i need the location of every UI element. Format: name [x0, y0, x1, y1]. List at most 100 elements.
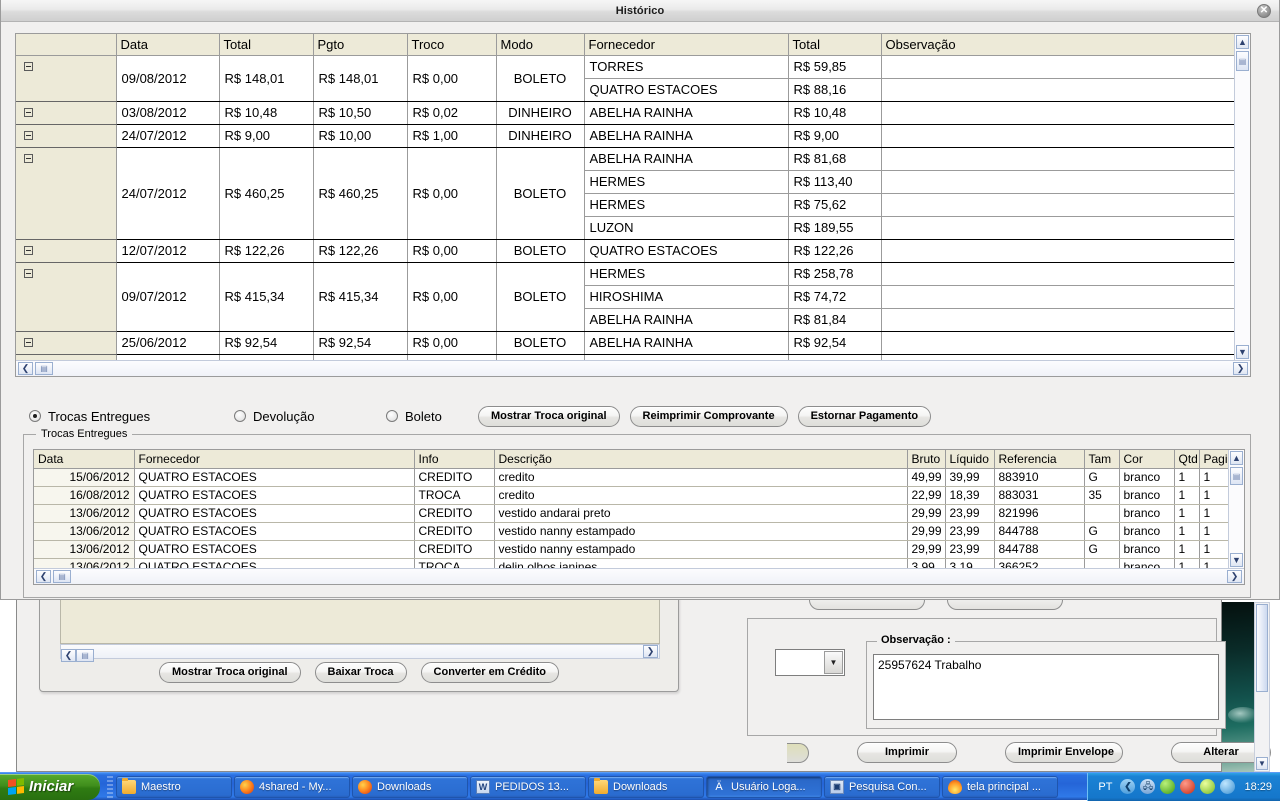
- trocas-vscroll-thumb[interactable]: ▤: [1230, 467, 1243, 485]
- taskbar-item-4shared-my[interactable]: 4shared - My...: [234, 776, 350, 798]
- col-header-modo[interactable]: Modo: [496, 34, 584, 55]
- historico-vscroll-thumb[interactable]: ▤: [1236, 51, 1249, 71]
- table-row[interactable]: 12/07/2012R$ 122,26R$ 122,26R$ 0,00BOLET…: [16, 239, 1234, 262]
- converter-em-credito-button[interactable]: Converter em Crédito: [421, 662, 559, 683]
- radio-trocas-entregues[interactable]: Trocas Entregues: [29, 409, 234, 424]
- col-header-troco[interactable]: Troco: [407, 34, 496, 55]
- radio-dot-icon[interactable]: [29, 410, 41, 422]
- scroll-left-icon[interactable]: ❮: [61, 649, 76, 662]
- table-row[interactable]: 13/06/2012QUATRO ESTACOESTROCAdelin.olho…: [34, 558, 1228, 568]
- table-row[interactable]: 24/07/2012R$ 9,00R$ 10,00R$ 1,00DINHEIRO…: [16, 124, 1234, 147]
- trocas-col-header-data[interactable]: Data: [34, 450, 134, 468]
- trocas-col-header-qtd[interactable]: Qtd: [1174, 450, 1199, 468]
- table-row[interactable]: 15/06/2012QUATRO ESTACOESCREDITOcredito4…: [34, 468, 1228, 486]
- scroll-down-icon[interactable]: ▼: [1256, 757, 1268, 770]
- scroll-up-icon[interactable]: ▲: [1230, 451, 1243, 465]
- background-window-vscrollbar[interactable]: ▼: [1254, 602, 1270, 772]
- col-header-total-item[interactable]: Total: [788, 34, 881, 55]
- trocas-col-header-tam[interactable]: Tam: [1084, 450, 1119, 468]
- col-header-total[interactable]: Total: [219, 34, 313, 55]
- scroll-right-icon[interactable]: ❯: [1233, 362, 1248, 375]
- col-header-observacao[interactable]: Observação: [881, 34, 1234, 55]
- background-combo-box[interactable]: ▼: [775, 649, 845, 676]
- expand-collapse-icon[interactable]: [24, 246, 33, 255]
- refresh-icon[interactable]: [1160, 779, 1175, 794]
- taskbar-item-maestro[interactable]: Maestro: [116, 776, 232, 798]
- expand-collapse-icon[interactable]: [24, 269, 33, 278]
- trocas-col-header-cor[interactable]: Cor: [1119, 450, 1174, 468]
- radio-dot-icon[interactable]: [234, 410, 246, 422]
- radio-devolucao[interactable]: Devolução: [234, 409, 386, 424]
- col-header-data[interactable]: Data: [116, 34, 219, 55]
- taskbar-item-downloads[interactable]: Downloads: [352, 776, 468, 798]
- partial-button-left-cut[interactable]: [787, 743, 809, 763]
- taskbar-item-pesquisa-con[interactable]: ▣Pesquisa Con...: [824, 776, 940, 798]
- taskbar-item-usu-rio-loga[interactable]: ÄUsuário Loga...: [706, 776, 822, 798]
- network-icon[interactable]: 🖧: [1140, 779, 1155, 794]
- scroll-up-icon[interactable]: ▲: [1236, 35, 1249, 49]
- trocas-col-header-descricao[interactable]: Descrição: [494, 450, 907, 468]
- scroll-down-icon[interactable]: ▼: [1230, 553, 1243, 567]
- radio-dot-icon[interactable]: [386, 410, 398, 422]
- historico-vscrollbar[interactable]: ▲ ▤ ▼: [1234, 34, 1250, 360]
- taskbar-item-pedidos-13[interactable]: WPEDIDOS 13...: [470, 776, 586, 798]
- close-icon[interactable]: ✕: [1257, 4, 1271, 18]
- background-vscroll-thumb[interactable]: [1256, 604, 1268, 692]
- table-row[interactable]: 24/07/2012R$ 460,25R$ 460,25R$ 0,00BOLET…: [16, 147, 1234, 170]
- hscroll-thumb[interactable]: ▤: [76, 649, 94, 662]
- trocas-col-header-info[interactable]: Info: [414, 450, 494, 468]
- mostrar-troca-original-button-bg[interactable]: Mostrar Troca original: [159, 662, 301, 683]
- trocas-col-header-referencia[interactable]: Referencia: [994, 450, 1084, 468]
- expand-collapse-icon[interactable]: [24, 131, 33, 140]
- col-header-pgto[interactable]: Pgto: [313, 34, 407, 55]
- check-icon[interactable]: [1200, 779, 1215, 794]
- cell-modo: BOLETO: [496, 262, 584, 331]
- table-row[interactable]: 09/07/2012R$ 415,34R$ 415,34R$ 0,00BOLET…: [16, 262, 1234, 285]
- update-icon[interactable]: [1220, 779, 1235, 794]
- table-row[interactable]: 13/06/2012QUATRO ESTACOESCREDITOvestido …: [34, 522, 1228, 540]
- historico-hscroll-thumb[interactable]: ▤: [35, 362, 53, 375]
- table-row[interactable]: 03/08/2012R$ 10,48R$ 10,50R$ 0,02DINHEIR…: [16, 101, 1234, 124]
- estornar-pagamento-button[interactable]: Estornar Pagamento: [798, 406, 932, 427]
- start-button[interactable]: Iniciar: [0, 774, 100, 800]
- expand-collapse-icon[interactable]: [24, 108, 33, 117]
- taskbar-clock[interactable]: 18:29: [1244, 781, 1272, 793]
- trocas-hscrollbar[interactable]: ❮ ▤ ❯: [34, 568, 1244, 584]
- scroll-right-icon[interactable]: ❯: [1227, 570, 1242, 583]
- imprimir-envelope-button[interactable]: Imprimir Envelope: [1005, 742, 1123, 763]
- chevron-down-icon[interactable]: ▼: [824, 651, 843, 674]
- table-row[interactable]: 13/06/2012QUATRO ESTACOESCREDITOvestido …: [34, 540, 1228, 558]
- expand-collapse-icon[interactable]: [24, 62, 33, 71]
- scroll-right-icon[interactable]: ❯: [643, 645, 658, 658]
- trocas-col-header-bruto[interactable]: Bruto: [907, 450, 945, 468]
- trocas-col-header-fornecedor[interactable]: Fornecedor: [134, 450, 414, 468]
- language-indicator[interactable]: PT: [1098, 781, 1112, 793]
- table-row[interactable]: 16/08/2012QUATRO ESTACOESTROCAcredito22,…: [34, 486, 1228, 504]
- scroll-left-icon[interactable]: ❮: [36, 570, 51, 583]
- table-row[interactable]: 25/06/2012R$ 92,54R$ 92,54R$ 0,00BOLETOA…: [16, 331, 1234, 354]
- observacao-textarea[interactable]: 25957624 Trabalho: [873, 654, 1219, 720]
- expand-collapse-icon[interactable]: [24, 338, 33, 347]
- imprimir-button[interactable]: Imprimir: [857, 742, 957, 763]
- historico-hscrollbar[interactable]: ❮ ▤ ❯: [16, 360, 1250, 376]
- col-header-fornecedor[interactable]: Fornecedor: [584, 34, 788, 55]
- trocas-col-header-pagina[interactable]: Pagina: [1199, 450, 1228, 468]
- trocas-hscroll-thumb[interactable]: ▤: [53, 570, 71, 583]
- taskbar-item-downloads[interactable]: Downloads: [588, 776, 704, 798]
- radio-boleto[interactable]: Boleto: [386, 409, 476, 424]
- table-row[interactable]: 13/06/2012QUATRO ESTACOESCREDITOvestido …: [34, 504, 1228, 522]
- expand-collapse-icon[interactable]: [24, 154, 33, 163]
- background-list-hscrollbar[interactable]: ❮▤ ❯: [60, 644, 660, 659]
- taskbar-item-tela-principal[interactable]: tela principal ...: [942, 776, 1058, 798]
- table-row[interactable]: 09/08/2012R$ 148,01R$ 148,01R$ 0,00BOLET…: [16, 55, 1234, 78]
- scroll-left-icon[interactable]: ❮: [18, 362, 33, 375]
- mostrar-troca-original-button[interactable]: Mostrar Troca original: [478, 406, 620, 427]
- reimprimir-comprovante-button[interactable]: Reimprimir Comprovante: [630, 406, 788, 427]
- shield-icon[interactable]: [1180, 779, 1195, 794]
- col-header-expander[interactable]: [16, 34, 116, 55]
- baixar-troca-button[interactable]: Baixar Troca: [315, 662, 407, 683]
- trocas-col-header-liquido[interactable]: Líquido: [945, 450, 994, 468]
- scroll-down-icon[interactable]: ▼: [1236, 345, 1249, 359]
- chevron-left-icon[interactable]: ❮: [1120, 779, 1135, 794]
- trocas-vscrollbar[interactable]: ▲ ▤ ▼: [1228, 450, 1244, 568]
